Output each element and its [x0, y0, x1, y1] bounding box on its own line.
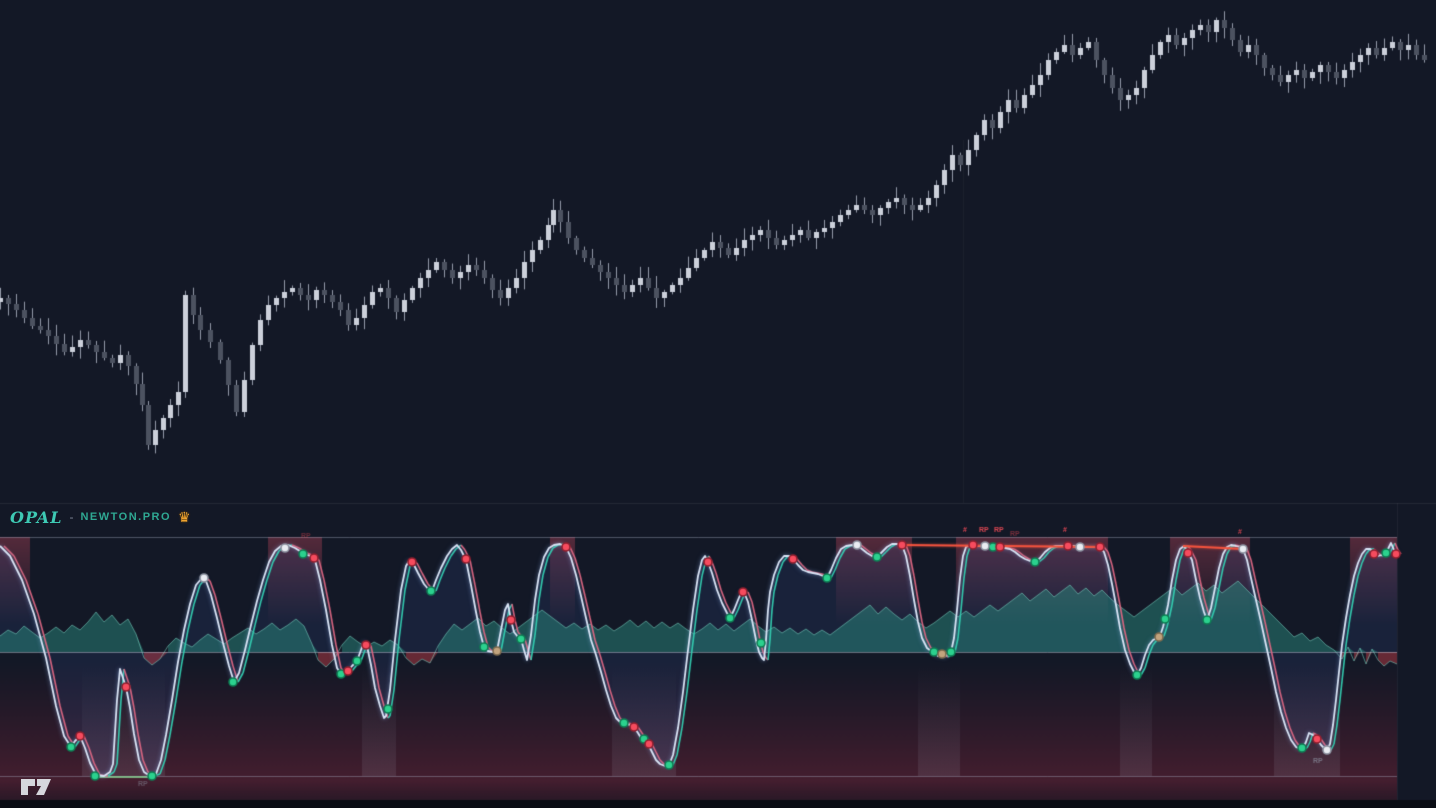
- tv-logo-t-shape: [21, 779, 35, 795]
- indicator-legend[interactable]: OPAL - NEWTON.PRO ♛: [10, 507, 191, 527]
- tv-logo-v-shape: [36, 779, 51, 795]
- tradingview-logo[interactable]: [20, 776, 56, 798]
- indicator-subtitle: NEWTON.PRO: [80, 511, 171, 523]
- chart-canvas[interactable]: [0, 0, 1436, 808]
- indicator-separator: -: [69, 510, 73, 524]
- indicator-title: OPAL: [10, 508, 62, 527]
- crown-icon: ♛: [178, 510, 191, 524]
- tradingview-chart-window: OPAL - NEWTON.PRO ♛: [0, 0, 1436, 808]
